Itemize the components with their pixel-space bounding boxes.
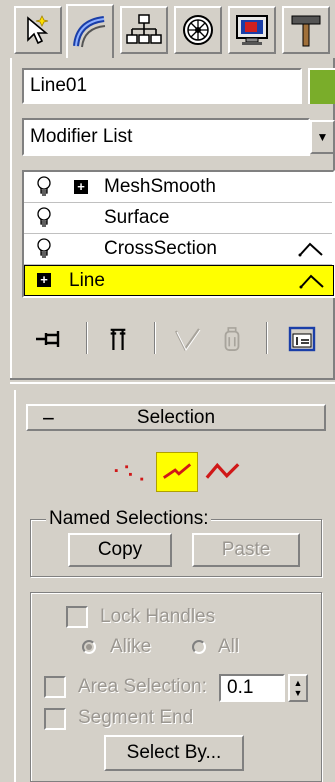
toolbar-separator xyxy=(266,322,268,354)
stack-item-crosssection[interactable]: CrossSection xyxy=(24,234,332,265)
utilities-tab[interactable] xyxy=(282,6,330,54)
area-selection-label: Area Selection: xyxy=(78,676,207,697)
alike-label: Alike xyxy=(110,636,152,657)
area-selection-spinner-arrows[interactable]: ▲ ▼ xyxy=(288,674,308,702)
spline-level-button[interactable] xyxy=(202,452,244,492)
subobject-segment-icon xyxy=(299,274,324,289)
stack-item-label: Line xyxy=(69,270,105,291)
make-unique-icon xyxy=(175,328,201,352)
configure-modifier-sets-icon xyxy=(288,326,316,352)
alike-radio[interactable] xyxy=(82,640,96,654)
radio-dot xyxy=(86,644,92,650)
remove-modifier-button[interactable] xyxy=(214,322,250,356)
utilities-hammer-icon xyxy=(291,15,321,47)
stack-item-surface[interactable]: Surface xyxy=(24,203,332,234)
selection-rollout-header[interactable]: − Selection xyxy=(26,404,326,431)
expand-plus-icon[interactable]: + xyxy=(74,180,88,194)
spline-level-icon xyxy=(205,462,240,479)
lock-handles-checkbox[interactable] xyxy=(66,606,88,628)
modify-tab[interactable] xyxy=(66,4,114,58)
show-end-result-icon xyxy=(110,328,126,350)
pin-stack-icon xyxy=(36,331,60,347)
modifier-list-arrow-button[interactable]: ▼ xyxy=(310,120,335,154)
modifier-list-label: Modifier List xyxy=(30,126,133,147)
motion-tab[interactable] xyxy=(174,6,222,54)
toolbar-separator xyxy=(154,322,156,354)
panel-divider xyxy=(10,378,335,384)
hierarchy-icon xyxy=(126,14,162,44)
named-selections-label: Named Selections: xyxy=(46,508,212,530)
lightbulb-icon[interactable] xyxy=(36,176,52,198)
select-by-button[interactable]: Select By... xyxy=(104,735,244,771)
modifier-list-dropdown[interactable]: Modifier List xyxy=(22,118,310,156)
area-selection-spinner-field[interactable]: 0.1 xyxy=(219,674,285,702)
display-tab[interactable] xyxy=(228,6,276,54)
copy-button[interactable]: Copy xyxy=(68,533,172,567)
command-panel-tabs xyxy=(0,0,335,58)
segment-end-label: Segment End xyxy=(78,707,194,728)
subobject-segment-icon xyxy=(298,242,323,257)
modifier-stack: + MeshSmooth Surface CrossSection + Line xyxy=(22,170,335,298)
pin-stack-button[interactable] xyxy=(32,322,72,356)
object-color-swatch[interactable] xyxy=(308,68,335,104)
hierarchy-tab[interactable] xyxy=(120,6,168,54)
remove-modifier-icon xyxy=(224,327,240,351)
rollout-title: Selection xyxy=(136,406,216,428)
lock-handles-label: Lock Handles xyxy=(100,606,216,627)
chevron-down-icon: ▼ xyxy=(316,130,329,144)
paste-button[interactable]: Paste xyxy=(192,533,300,567)
segment-end-checkbox[interactable] xyxy=(44,708,66,730)
stack-item-label: CrossSection xyxy=(104,238,217,259)
stack-item-label: Surface xyxy=(104,207,170,228)
display-monitor-icon xyxy=(236,15,268,45)
stack-item-meshsmooth[interactable]: + MeshSmooth xyxy=(24,172,332,203)
all-label: All xyxy=(218,636,240,657)
create-pointer-icon xyxy=(27,15,49,45)
segment-level-icon xyxy=(162,463,192,479)
lightbulb-icon[interactable] xyxy=(36,238,52,260)
all-radio[interactable] xyxy=(192,640,206,654)
spinner-up-icon[interactable]: ▲ xyxy=(294,678,303,688)
vertex-level-button[interactable] xyxy=(108,452,150,492)
segment-level-button[interactable] xyxy=(156,452,198,492)
expand-plus-icon[interactable]: + xyxy=(37,273,51,287)
configure-modifier-sets-button[interactable] xyxy=(282,322,322,356)
lightbulb-icon[interactable] xyxy=(36,207,52,229)
create-tab[interactable] xyxy=(14,6,62,54)
make-unique-button[interactable] xyxy=(170,322,206,356)
show-end-result-button[interactable] xyxy=(100,322,136,356)
object-name-field[interactable]: Line01 xyxy=(22,68,302,104)
spinner-down-icon[interactable]: ▼ xyxy=(294,688,303,698)
toolbar-separator xyxy=(86,322,88,354)
stack-item-label: MeshSmooth xyxy=(104,176,216,197)
stack-item-line[interactable]: + Line xyxy=(24,265,334,296)
vertex-level-icon xyxy=(114,465,144,481)
motion-wheel-icon xyxy=(183,15,213,45)
modify-bend-icon xyxy=(73,16,106,48)
area-selection-checkbox[interactable] xyxy=(44,676,66,698)
